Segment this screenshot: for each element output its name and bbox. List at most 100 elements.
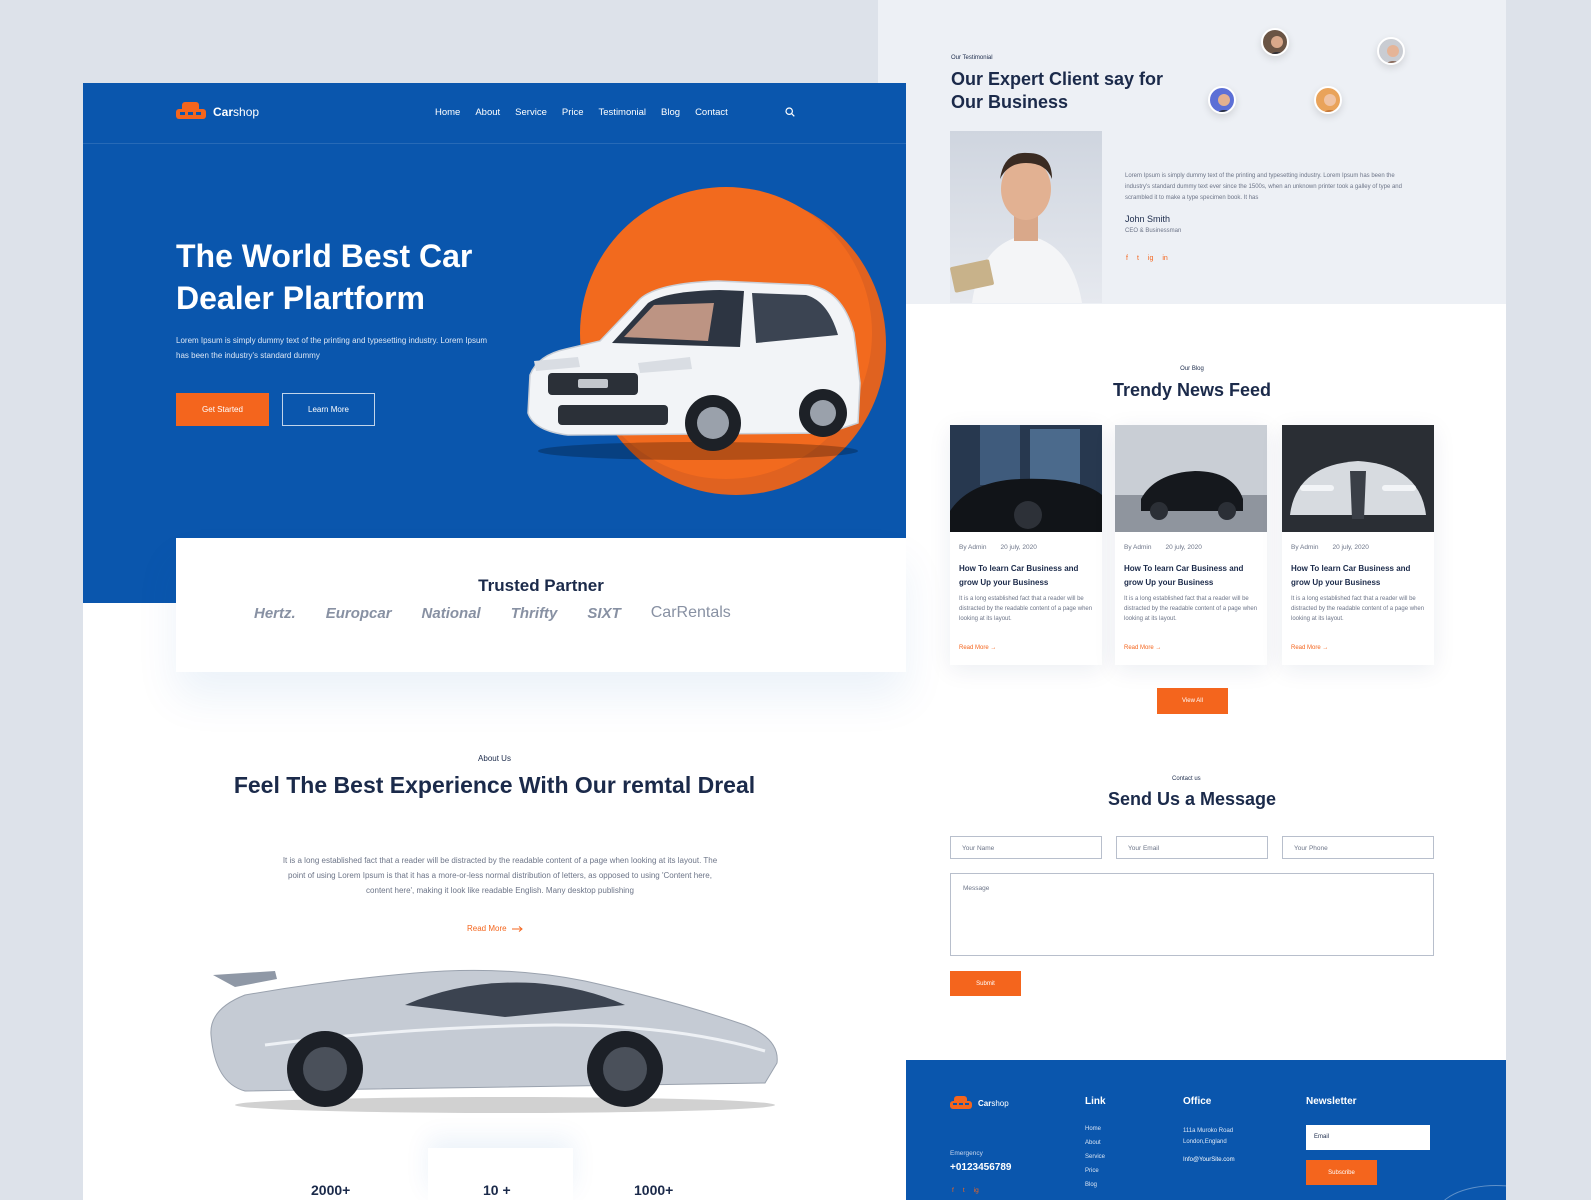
blog-card-text: It is a long established fact that a rea… (1291, 596, 1425, 622)
emergency-label: Emergency (950, 1150, 983, 1157)
get-started-button[interactable]: Get Started (176, 393, 269, 426)
brand-name: Carshop (213, 105, 260, 119)
footer-link-heading: Link (1085, 1096, 1106, 1107)
footer-link-home[interactable]: Home (1085, 1126, 1105, 1132)
footer-address: 111a Muroko Road London,England (1183, 1128, 1234, 1145)
stat-value: 2000+ (311, 1182, 351, 1198)
instagram-icon[interactable]: ig (1148, 255, 1153, 262)
partner-logo-europcar: Europcar (325, 604, 392, 622)
blog-title: Trendy News Feed (1112, 380, 1272, 400)
brand-logo[interactable]: Carshop (176, 102, 259, 122)
footer-logo[interactable]: Carshop (950, 1096, 1009, 1111)
testimonial-socials: f t ig in (1126, 255, 1168, 262)
contact-kicker: Contact us (1172, 776, 1201, 782)
nav-testimonial[interactable]: Testimonial (599, 107, 647, 118)
testimonial-title: Our Expert Client say for Our Business (951, 69, 1164, 112)
footer-email-link[interactable]: Info@YourSite.com (1183, 1157, 1235, 1163)
blog-card-title[interactable]: How To learn Car Business and grow Up yo… (1291, 562, 1429, 590)
hero-section: Carshop Home About Service Price Testimo… (83, 83, 906, 603)
search-icon[interactable] (785, 107, 795, 117)
nav-about[interactable]: About (475, 107, 500, 118)
nav-price[interactable]: Price (562, 107, 584, 118)
footer-brand-name: Carshop (978, 1099, 1009, 1108)
main-nav: Home About Service Price Testimonial Blo… (435, 107, 728, 118)
footer-decoration (1436, 1185, 1506, 1200)
blog-card[interactable]: By Admin 20 july, 2020 How To learn Car B… (1115, 425, 1267, 665)
view-all-button[interactable]: View All (1157, 688, 1228, 714)
stat-value: 1000+ (634, 1182, 674, 1198)
footer: Carshop Emergency +0123456789 f t ig Lin… (906, 1060, 1506, 1200)
nav-home[interactable]: Home (435, 107, 460, 118)
blog-kicker: Our Blog (1180, 366, 1204, 372)
blog-card[interactable]: By Admin 20 july, 2020 How To learn Car B… (950, 425, 1102, 665)
partners-title: Trusted Partner (478, 576, 604, 595)
client-photo (950, 131, 1102, 303)
blog-card-meta: By Admin 20 july, 2020 (1124, 544, 1202, 551)
footer-newsletter-heading: Newsletter (1306, 1096, 1357, 1107)
nav-blog[interactable]: Blog (661, 107, 680, 118)
blog-card-image (1115, 425, 1267, 532)
facebook-icon[interactable]: f (1126, 255, 1128, 262)
nav-divider (83, 143, 906, 144)
testimonial-kicker: Our Testimonial (951, 55, 993, 61)
subscribe-button[interactable]: Subscribe (1306, 1160, 1377, 1185)
about-read-more-label: Read More (467, 924, 507, 933)
footer-socials: f t ig (952, 1187, 979, 1194)
footer-link-blog[interactable]: Blog (1085, 1182, 1105, 1188)
partner-logo-carrentals: CarRentals (650, 604, 731, 621)
client-avatar[interactable] (1314, 86, 1342, 114)
nav-service[interactable]: Service (515, 107, 547, 118)
client-avatar[interactable] (1208, 86, 1236, 114)
submit-button[interactable]: Submit (950, 971, 1021, 996)
blog-card-text: It is a long established fact that a rea… (1124, 596, 1258, 622)
twitter-icon[interactable]: t (963, 1187, 965, 1194)
footer-link-price[interactable]: Price (1085, 1168, 1105, 1174)
arrow-right-icon (511, 925, 523, 932)
blog-read-more-link[interactable]: Read More → (959, 645, 996, 651)
newsletter-email-input[interactable]: Email (1306, 1125, 1430, 1150)
blog-card[interactable]: By Admin 20 july, 2020 How To learn Car B… (1282, 425, 1434, 665)
learn-more-button[interactable]: Learn More (282, 393, 375, 426)
partner-logo-hertz: Hertz. (254, 604, 296, 622)
footer-link-service[interactable]: Service (1085, 1154, 1105, 1160)
emergency-phone[interactable]: +0123456789 (950, 1162, 1011, 1173)
blog-card-meta: By Admin 20 july, 2020 (1291, 544, 1369, 551)
stat-value: 10 + (483, 1182, 511, 1198)
stats-row: 2000+ 10 + 1000+ (83, 1148, 906, 1200)
blog-card-image (1282, 425, 1434, 532)
testimonial-quote: Lorem Ipsum is simply dummy text of the … (1125, 173, 1402, 201)
partner-logo-national: National (421, 604, 481, 622)
about-title: Feel The Best Experience With Our remtal… (233, 772, 756, 798)
twitter-icon[interactable]: t (1137, 255, 1139, 262)
blog-read-more-link[interactable]: Read More → (1124, 645, 1161, 651)
client-avatar[interactable] (1377, 37, 1405, 65)
nav-contact[interactable]: Contact (695, 107, 728, 118)
email-field[interactable]: Your Email (1116, 836, 1268, 859)
testimonial-role: CEO & Businessman (1125, 228, 1182, 234)
trusted-partner-section: Trusted Partner Hertz. Europcar National… (176, 538, 906, 672)
blog-read-more-link[interactable]: Read More → (1291, 645, 1328, 651)
linkedin-icon[interactable]: in (1162, 255, 1167, 262)
about-text: It is a long established fact that a rea… (282, 856, 718, 895)
hero-title: The World Best Car Dealer Plartform (176, 238, 473, 316)
about-read-more-link[interactable]: Read More (467, 924, 523, 933)
blog-card-title[interactable]: How To learn Car Business and grow Up yo… (959, 562, 1097, 590)
blog-card-image (950, 425, 1102, 532)
testimonial-name: John Smith (1125, 214, 1171, 224)
footer-links: Home About Service Price Blog (1085, 1126, 1105, 1188)
phone-field[interactable]: Your Phone (1282, 836, 1434, 859)
contact-title: Send Us a Message (1107, 789, 1277, 809)
name-field[interactable]: Your Name (950, 836, 1102, 859)
footer-link-about[interactable]: About (1085, 1140, 1105, 1146)
partner-logo-thrifty: Thrifty (510, 604, 558, 622)
instagram-icon[interactable]: ig (974, 1187, 979, 1194)
client-avatar[interactable] (1261, 28, 1289, 56)
partner-logo-sixt: SIXT (587, 604, 621, 622)
facebook-icon[interactable]: f (952, 1187, 954, 1194)
footer-office-heading: Office (1183, 1096, 1212, 1107)
partner-logos: Hertz. Europcar National Thrifty SIXT Ca… (254, 604, 731, 622)
blog-card-title[interactable]: How To learn Car Business and grow Up yo… (1124, 562, 1262, 590)
message-field[interactable]: Message (950, 873, 1434, 956)
blog-card-meta: By Admin 20 july, 2020 (959, 544, 1037, 551)
car-logo-icon (950, 1096, 972, 1111)
